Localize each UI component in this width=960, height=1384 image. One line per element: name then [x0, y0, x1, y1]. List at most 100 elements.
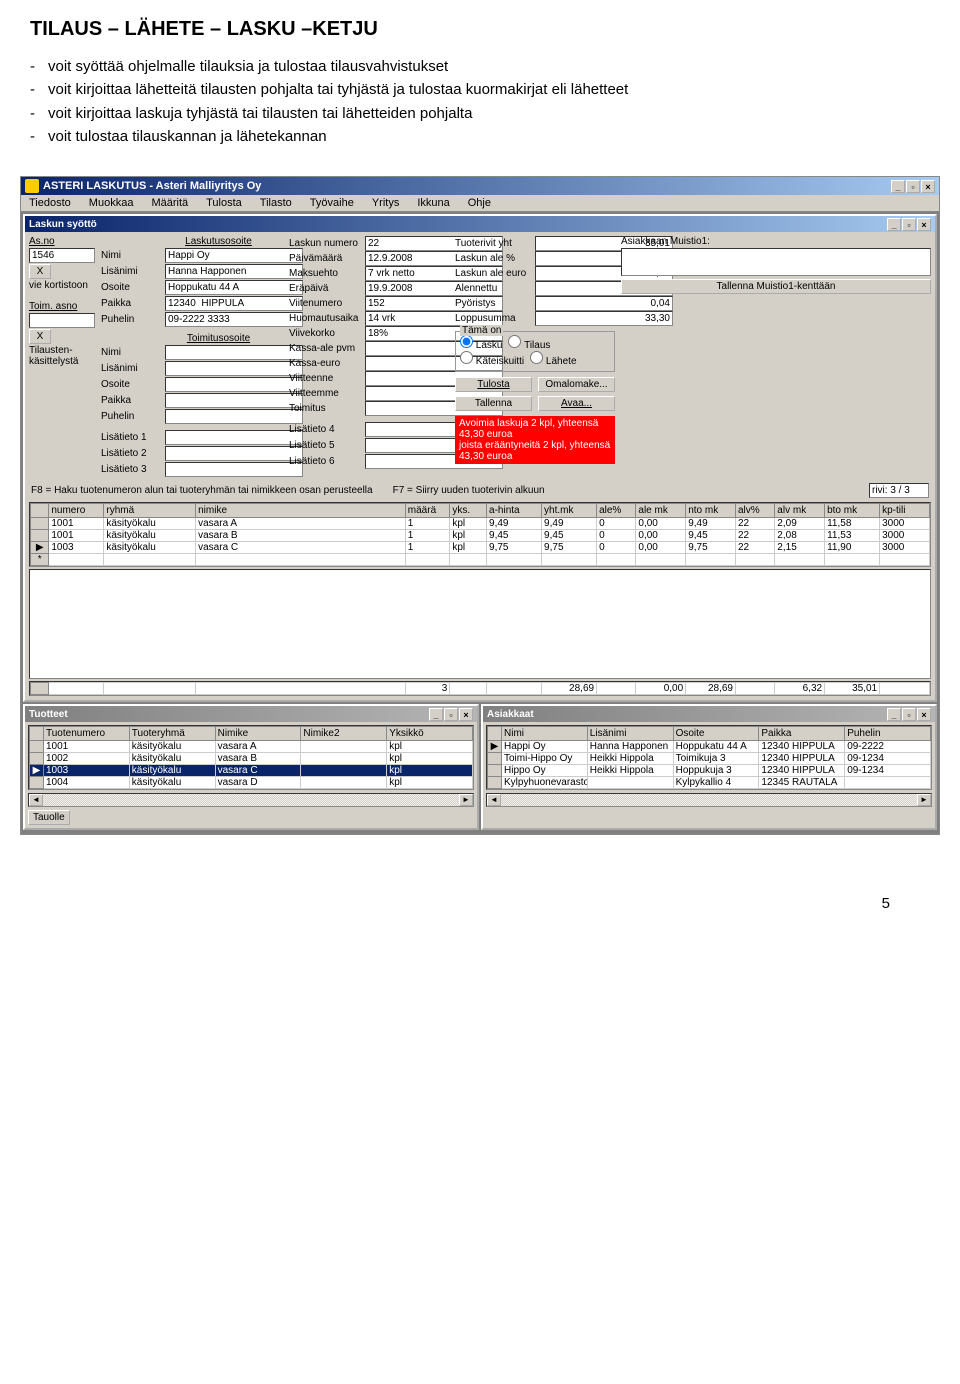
addr-label: Nimi [101, 250, 163, 261]
scrollbar[interactable]: ◄ ► [28, 793, 474, 807]
col-header[interactable]: nto mk [686, 504, 736, 518]
asiakkaat-grid[interactable]: NimiLisänimiOsoitePaikkaPuhelin▶Happi Oy… [486, 725, 932, 790]
col-header[interactable]: Lisänimi [587, 727, 673, 741]
max-button[interactable]: ▫ [906, 180, 920, 193]
col-header[interactable]: määrä [405, 504, 450, 518]
max-button[interactable]: ▫ [902, 218, 916, 231]
min-button[interactable]: _ [887, 218, 901, 231]
addr-label: Paikka [101, 395, 163, 406]
tallenna-muistio-button[interactable]: Tallenna Muistio1-kenttään [621, 279, 931, 294]
osoite-input[interactable] [165, 280, 303, 295]
table-row[interactable]: ▶1003käsityökaluvasara C1kpl9,759,7500,0… [31, 542, 930, 554]
muistio-textarea[interactable] [621, 248, 931, 276]
menu-item[interactable]: Tulosta [202, 196, 246, 210]
toim-lisanimi-input[interactable] [165, 361, 303, 376]
col-header[interactable]: Yksikkö [387, 727, 473, 741]
nimi-input[interactable] [165, 248, 303, 263]
menu-item[interactable]: Yritys [368, 196, 404, 210]
table-row[interactable]: ▶Happi OyHanna HapponenHoppukatu 44 A123… [488, 741, 931, 753]
avaa-button[interactable]: Avaa... [538, 396, 615, 411]
tallenna-button[interactable]: Tallenna [455, 396, 532, 411]
col-header[interactable]: Nimike2 [301, 727, 387, 741]
scroll-right-icon[interactable]: ► [459, 794, 473, 806]
col-header[interactable]: Tuotenumero [44, 727, 130, 741]
table-row[interactable]: 1001käsityökaluvasara A1kpl9,499,4900,00… [31, 518, 930, 530]
menu-item[interactable]: Muokkaa [85, 196, 138, 210]
puhelin-input[interactable] [165, 312, 303, 327]
asno-input[interactable] [29, 248, 95, 263]
mid-label: Kassa-ale pvm [289, 343, 363, 354]
col-header[interactable]: Nimi [502, 727, 588, 741]
col-header[interactable]: nimike [196, 504, 406, 518]
scroll-left-icon[interactable]: ◄ [487, 794, 501, 806]
menu-item[interactable]: Työvaihe [306, 196, 358, 210]
toim-nimi-input[interactable] [165, 345, 303, 360]
menu-item[interactable]: Ohje [464, 196, 495, 210]
col-header[interactable]: Puhelin [845, 727, 931, 741]
tauolle-button[interactable]: Tauolle [28, 810, 70, 825]
toim-paikka-input[interactable] [165, 393, 303, 408]
radio-tilaus[interactable]: Tilaus [508, 335, 550, 351]
omalomake-button[interactable]: Omalomake... [538, 377, 615, 392]
line-items-grid[interactable]: numeroryhmänimikemääräyks.a-hintayht.mka… [29, 502, 931, 567]
col-header[interactable]: Osoite [673, 727, 759, 741]
lisanimi-input[interactable] [165, 264, 303, 279]
max-button[interactable]: ▫ [444, 708, 458, 721]
col-header[interactable]: Tuoteryhmä [129, 727, 215, 741]
tuotteet-grid[interactable]: TuotenumeroTuoteryhmäNimikeNimike2Yksikk… [28, 725, 474, 790]
x-button[interactable]: X [29, 264, 51, 279]
scrollbar[interactable]: ◄ ► [486, 793, 932, 807]
x-button-2[interactable]: X [29, 329, 51, 344]
table-row[interactable]: Hippo OyHeikki HippolaHoppukuja 312340 H… [488, 765, 931, 777]
close-button[interactable]: × [921, 180, 935, 193]
col-header[interactable]: Paikka [759, 727, 845, 741]
col-header[interactable]: a-hinta [487, 504, 542, 518]
radio-lahete[interactable]: Lähete [530, 351, 576, 367]
scroll-right-icon[interactable]: ► [917, 794, 931, 806]
col-header[interactable]: numero [49, 504, 104, 518]
tulosta-button[interactable]: Tulosta [455, 377, 532, 392]
col-header[interactable]: bto mk [825, 504, 880, 518]
table-row[interactable]: 1001käsityökaluvasara Akpl [30, 741, 473, 753]
paikka-input[interactable] [165, 296, 303, 311]
col-header[interactable]: kp-tili [880, 504, 930, 518]
col-header[interactable]: alv% [735, 504, 774, 518]
table-row[interactable]: * [31, 554, 930, 566]
toim-osoite-input[interactable] [165, 377, 303, 392]
col-header[interactable]: yks. [450, 504, 487, 518]
min-button[interactable]: _ [887, 708, 901, 721]
table-row[interactable]: 1001käsityökaluvasara B1kpl9,459,4500,00… [31, 530, 930, 542]
table-row[interactable]: ▶1003käsityökaluvasara Ckpl [30, 765, 473, 777]
min-button[interactable]: _ [891, 180, 905, 193]
toim-puhelin-input[interactable] [165, 409, 303, 424]
col-header[interactable]: ryhmä [104, 504, 196, 518]
table-row[interactable]: 1004käsityökaluvasara Dkpl [30, 777, 473, 789]
table-row[interactable]: Toimi-Hippo OyHeikki HippolaToimikuja 31… [488, 753, 931, 765]
lisatieto3-input[interactable] [165, 462, 303, 477]
menu-item[interactable]: Ikkuna [413, 196, 453, 210]
close-button[interactable]: × [917, 708, 931, 721]
table-row[interactable]: 1002käsityökaluvasara Bkpl [30, 753, 473, 765]
col-header[interactable]: Nimike [215, 727, 301, 741]
menu-item[interactable]: Tilasto [256, 196, 296, 210]
col-header[interactable]: ale% [597, 504, 636, 518]
toim-asno-input[interactable] [29, 313, 95, 328]
child-title: Asiakkaat [487, 709, 534, 720]
table-row[interactable]: KylpyhuonevarastoKylpykallio 412345 RAUT… [488, 777, 931, 789]
max-button[interactable]: ▫ [902, 708, 916, 721]
col-header[interactable]: alv mk [775, 504, 825, 518]
close-button[interactable]: × [459, 708, 473, 721]
laskutusosoite-label: Laskutusosoite [154, 236, 283, 247]
radio-lasku[interactable]: Lasku [460, 335, 502, 351]
lisatieto1-input[interactable] [165, 430, 303, 445]
col-header[interactable]: ale mk [636, 504, 686, 518]
lisatieto2-input[interactable] [165, 446, 303, 461]
radio-kateiskuitti[interactable]: Käteiskuitti [460, 351, 524, 367]
scroll-left-icon[interactable]: ◄ [29, 794, 43, 806]
child-titlebar: Laskun syöttö _ ▫ × [25, 216, 935, 232]
min-button[interactable]: _ [429, 708, 443, 721]
col-header[interactable]: yht.mk [542, 504, 597, 518]
menu-item[interactable]: Määritä [147, 196, 192, 210]
menu-item[interactable]: Tiedosto [25, 196, 75, 210]
close-button[interactable]: × [917, 218, 931, 231]
